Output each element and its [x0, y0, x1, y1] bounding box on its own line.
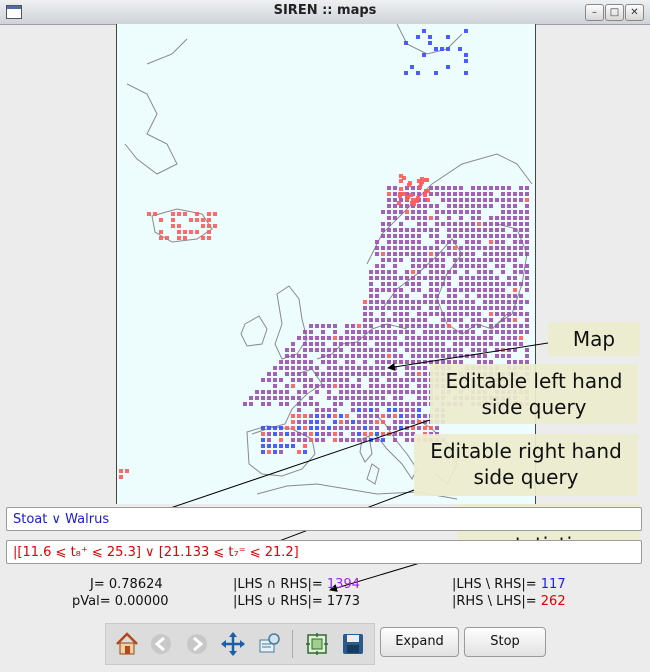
stat-jaccard-value: 0.78624	[108, 577, 163, 592]
stat-union-label: |LHS ∪ RHS|=	[233, 594, 323, 609]
stat-jaccard: J= 0.78624	[90, 577, 163, 592]
back-icon[interactable]	[148, 631, 174, 657]
stat-intersection-label: |LHS ∩ RHS|=	[233, 577, 323, 592]
stop-button[interactable]: Stop	[464, 627, 546, 657]
stat-rhs-minus-lhs: |RHS \ LHS|= 262	[452, 594, 566, 609]
annotation-arrows	[134, 342, 549, 592]
stat-intersection: |LHS ∩ RHS|= 1394	[233, 577, 360, 592]
stat-jaccard-label: J=	[90, 577, 105, 592]
navigation-toolbar	[105, 623, 375, 665]
stat-pval-label: pVal=	[72, 594, 111, 609]
save-icon[interactable]	[340, 631, 366, 657]
stat-union: |LHS ∪ RHS|= 1773	[233, 594, 360, 609]
toolbar-separator	[292, 630, 293, 658]
arrow-lhs	[134, 419, 431, 522]
stat-rhs-minus-lhs-value: 262	[540, 594, 566, 609]
configure-subplots-icon[interactable]	[304, 631, 330, 657]
rhs-query-field[interactable]: |[11.6 ⩽ t₈⁺ ⩽ 25.3] ∨ [21.133 ⩽ t₇⁼ ⩽ 2…	[6, 540, 642, 564]
stat-lhs-minus-rhs-value: 117	[540, 577, 566, 592]
rhs-query-text: [11.6 ⩽ t₈⁺ ⩽ 25.3] ∨ [21.133 ⩽ t₇⁼ ⩽ 21…	[17, 545, 299, 560]
stat-lhs-minus-rhs-label: |LHS \ RHS|=	[452, 577, 537, 592]
lhs-query-field[interactable]: Stoat ∨ Walrus	[6, 507, 642, 531]
forward-icon[interactable]	[184, 631, 210, 657]
stat-pval-value: 0.00000	[114, 594, 169, 609]
expand-button[interactable]: Expand	[380, 627, 459, 657]
stat-pval: pVal= 0.00000	[72, 594, 169, 609]
home-icon[interactable]	[114, 631, 140, 657]
stat-union-value: 1773	[326, 594, 360, 609]
stat-intersection-value: 1394	[326, 577, 360, 592]
zoom-icon[interactable]	[256, 631, 282, 657]
stat-rhs-minus-lhs-label: |RHS \ LHS|=	[452, 594, 537, 609]
arrow-map	[387, 342, 549, 371]
stat-lhs-minus-rhs: |LHS \ RHS|= 117	[452, 577, 566, 592]
lhs-query-text: Stoat ∨ Walrus	[13, 512, 110, 527]
pan-icon[interactable]	[220, 631, 246, 657]
